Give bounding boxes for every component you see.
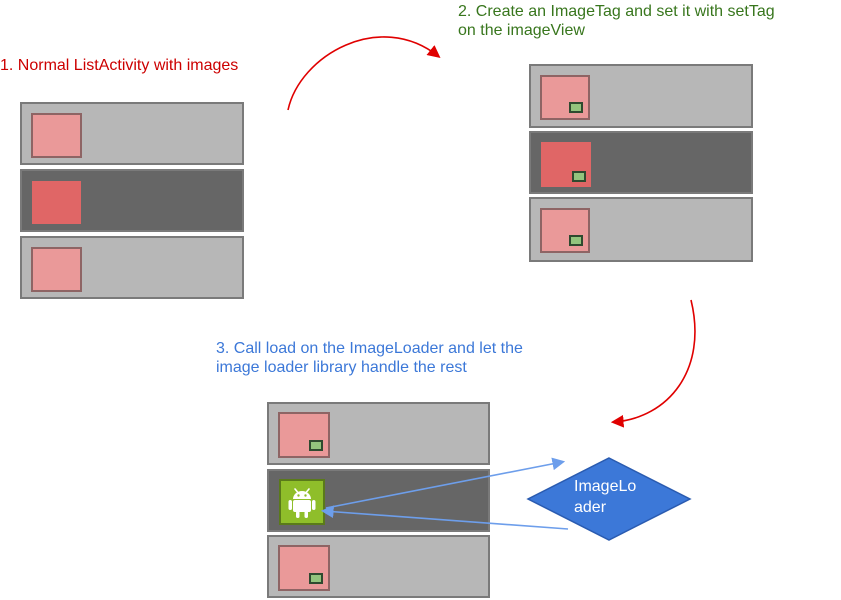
step-2-caption: 2. Create an ImageTag and set it with se… [458,2,838,40]
tag-icon [309,573,323,584]
list-row [529,64,753,128]
list-row [267,535,490,598]
list-row [529,131,753,194]
step-3-caption: 3. Call load on the ImageLoader and let … [216,339,598,377]
android-icon [279,479,325,525]
list-normal [20,102,244,299]
image-loader-node: ImageLoader [526,456,692,542]
list-row [267,402,490,465]
image-thumbnail [31,113,82,158]
image-thumbnail [540,75,590,120]
image-thumbnail [32,181,81,224]
step-3-caption-line-1: 3. Call load on the ImageLoader and let … [216,340,523,357]
list-row [267,469,490,532]
list-with-tags [529,64,753,262]
arrow-step-1-to-2 [287,36,441,111]
tag-icon [569,102,583,113]
image-thumbnail [541,142,591,187]
image-thumbnail [278,545,330,591]
arrow-step-2-to-3 [610,299,696,428]
tag-icon [572,171,586,182]
step-1-caption: 1. Normal ListActivity with images [0,57,239,74]
step-2-caption-line-1: 2. Create an ImageTag and set it with se… [458,3,775,20]
step-2-caption-line-2: on the imageView [458,22,585,39]
image-thumbnail [278,412,330,458]
image-thumbnail [540,208,590,253]
list-row [529,197,753,262]
image-thumbnail [31,247,82,292]
tag-icon [309,440,323,451]
list-row [20,236,244,299]
image-loader-label: ImageLoader [574,478,637,516]
step-3-caption-line-2: image loader library handle the rest [216,359,467,376]
list-image-loader [267,402,490,598]
list-row [20,169,244,232]
tag-icon [569,235,583,246]
list-row [20,102,244,165]
